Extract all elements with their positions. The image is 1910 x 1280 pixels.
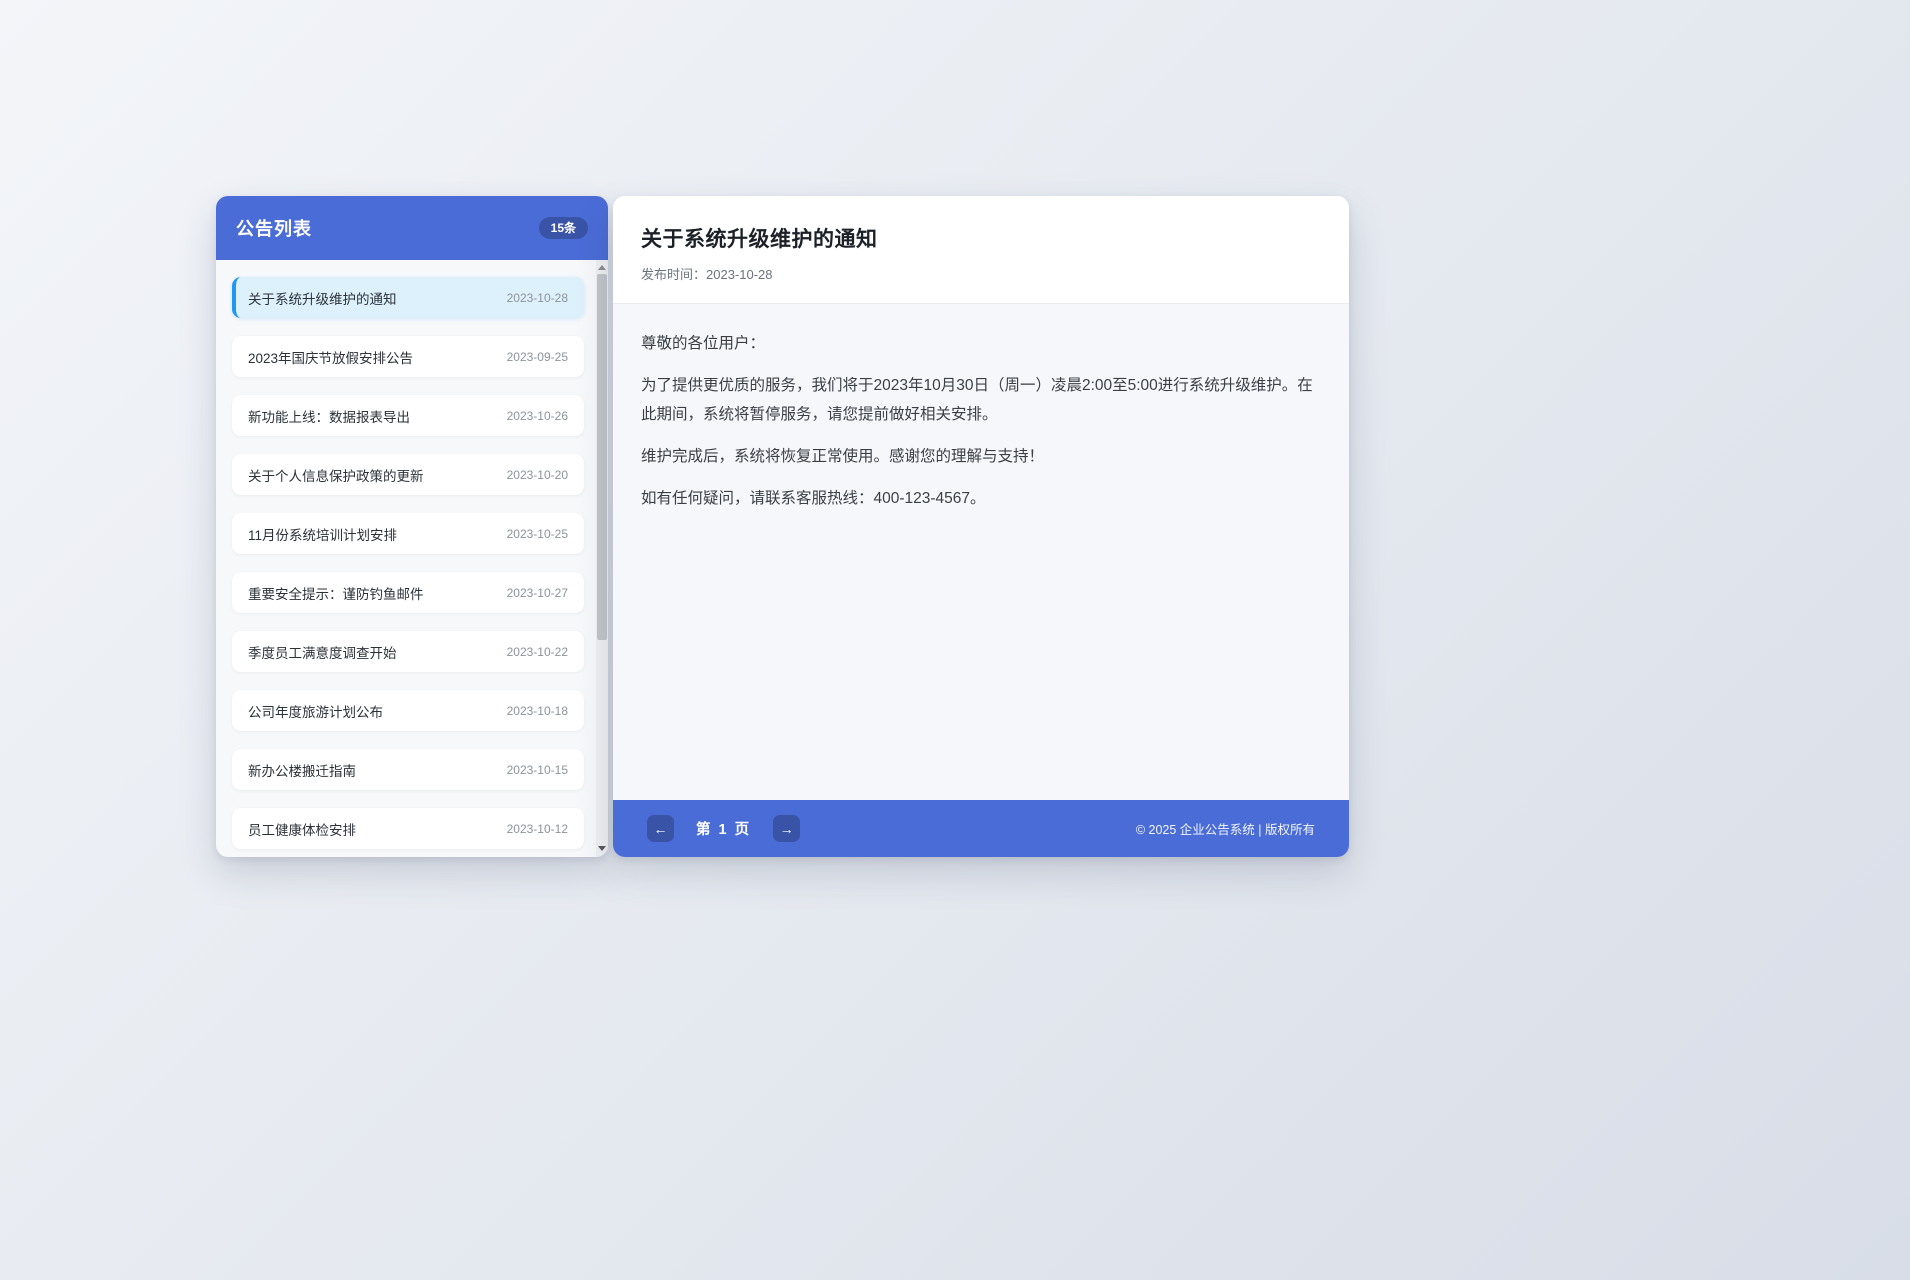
announcement-list-item[interactable]: 新功能上线：数据报表导出 2023-10-26	[232, 395, 584, 436]
announcement-list-item[interactable]: 11月份系统培训计划安排 2023-10-25	[232, 513, 584, 554]
announcement-body: 尊敬的各位用户： 为了提供更优质的服务，我们将于2023年10月30日（周一）凌晨…	[613, 304, 1349, 800]
detail-footer: ← 第 1 页 → © 2025 企业公告系统 | 版权所有	[613, 800, 1349, 857]
announcement-list-item[interactable]: 重要安全提示：谨防钓鱼邮件 2023-10-27	[232, 572, 584, 613]
announcement-paragraph: 维护完成后，系统将恢复正常使用。感谢您的理解与支持！	[641, 442, 1321, 471]
list-panel-title: 公告列表	[236, 215, 312, 241]
announcement-item-title: 新功能上线：数据报表导出	[248, 406, 410, 426]
announcement-item-date: 2023-10-22	[507, 645, 568, 659]
announcement-paragraph: 为了提供更优质的服务，我们将于2023年10月30日（周一）凌晨2:00至5:0…	[641, 371, 1321, 429]
announcement-item-title: 关于个人信息保护政策的更新	[248, 465, 424, 485]
next-page-button[interactable]: →	[773, 815, 800, 842]
announcement-list-items: 关于系统升级维护的通知 2023-10-28 2023年国庆节放假安排公告 20…	[232, 277, 584, 849]
detail-header: 关于系统升级维护的通知 发布时间：2023-10-28	[613, 196, 1349, 304]
announcement-item-title: 重要安全提示：谨防钓鱼邮件	[248, 583, 424, 603]
announcement-paragraph: 尊敬的各位用户：	[641, 329, 1321, 358]
scroll-up-arrow-icon[interactable]	[596, 260, 608, 274]
announcement-item-date: 2023-10-25	[507, 527, 568, 541]
page-indicator: 第 1 页	[696, 818, 751, 839]
copyright-text: © 2025 企业公告系统 | 版权所有	[1136, 819, 1315, 838]
announcement-detail-title: 关于系统升级维护的通知	[641, 223, 1321, 253]
announcement-list-item[interactable]: 公司年度旅游计划公布 2023-10-18	[232, 690, 584, 731]
announcement-item-date: 2023-10-20	[507, 468, 568, 482]
scrollbar-thumb[interactable]	[597, 274, 607, 640]
announcement-item-date: 2023-09-25	[507, 350, 568, 364]
announcement-item-title: 员工健康体检安排	[248, 819, 356, 839]
announcement-list-panel: 公告列表 15条 关于系统升级维护的通知 2023-10-28 2023年国庆节…	[216, 196, 608, 857]
list-panel-header: 公告列表 15条	[216, 196, 608, 260]
announcement-item-date: 2023-10-27	[507, 586, 568, 600]
announcement-paragraph: 如有任何疑问，请联系客服热线：400-123-4567。	[641, 484, 1321, 513]
announcement-item-title: 公司年度旅游计划公布	[248, 701, 383, 721]
scroll-down-arrow-icon[interactable]	[596, 841, 608, 855]
announcement-list-item[interactable]: 季度员工满意度调查开始 2023-10-22	[232, 631, 584, 672]
announcement-list: 关于系统升级维护的通知 2023-10-28 2023年国庆节放假安排公告 20…	[216, 260, 608, 857]
announcement-detail-panel: 关于系统升级维护的通知 发布时间：2023-10-28 尊敬的各位用户： 为了提供…	[613, 196, 1349, 857]
publish-date: 发布时间：2023-10-28	[641, 264, 1321, 283]
announcement-item-date: 2023-10-28	[507, 291, 568, 305]
announcement-list-item[interactable]: 新办公楼搬迁指南 2023-10-15	[232, 749, 584, 790]
announcement-list-item[interactable]: 员工健康体检安排 2023-10-12	[232, 808, 584, 849]
announcement-item-title: 2023年国庆节放假安排公告	[248, 347, 413, 367]
announcement-item-title: 新办公楼搬迁指南	[248, 760, 356, 780]
announcement-item-date: 2023-10-12	[507, 822, 568, 836]
announcement-list-item[interactable]: 关于系统升级维护的通知 2023-10-28	[232, 277, 584, 318]
list-scrollbar[interactable]	[596, 260, 608, 857]
announcement-item-title: 关于系统升级维护的通知	[248, 288, 397, 308]
announcement-item-date: 2023-10-15	[507, 763, 568, 777]
announcement-item-title: 11月份系统培训计划安排	[248, 524, 397, 544]
prev-page-button[interactable]: ←	[647, 815, 674, 842]
announcement-list-item[interactable]: 2023年国庆节放假安排公告 2023-09-25	[232, 336, 584, 377]
announcement-count-badge: 15条	[539, 217, 588, 239]
announcement-item-date: 2023-10-26	[507, 409, 568, 423]
announcement-list-item[interactable]: 关于个人信息保护政策的更新 2023-10-20	[232, 454, 584, 495]
announcement-item-title: 季度员工满意度调查开始	[248, 642, 397, 662]
announcement-item-date: 2023-10-18	[507, 704, 568, 718]
